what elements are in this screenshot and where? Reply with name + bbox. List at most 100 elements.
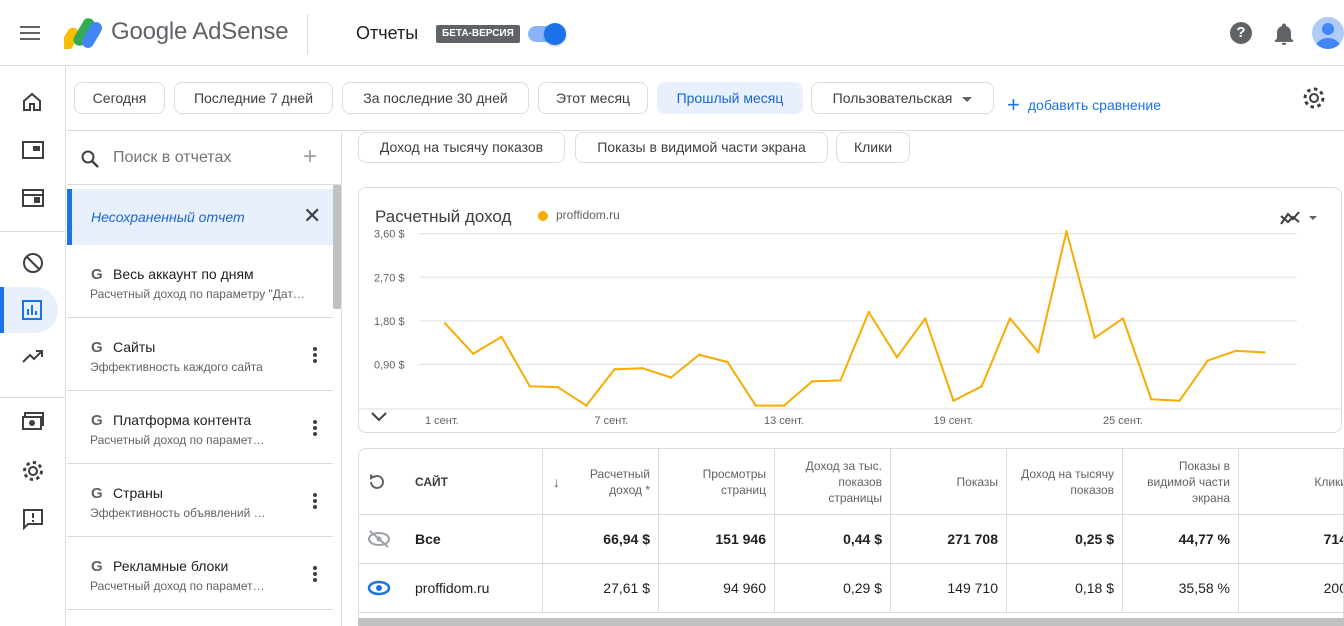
data-point[interactable] [641, 367, 644, 370]
avatar-person-icon [1316, 23, 1340, 49]
visibility-cell[interactable] [359, 564, 407, 612]
col-header-viewable-impressions[interactable]: Показы в видимой части экрана [1123, 449, 1239, 514]
beta-toggle[interactable] [528, 23, 566, 45]
google-g-icon: G [91, 339, 103, 356]
nav-payments[interactable] [0, 399, 58, 445]
report-item[interactable]: G Рекламные блоки Расчетный доход по пар… [67, 538, 333, 610]
range-custom-dropdown[interactable]: Пользовательская [811, 82, 994, 114]
table-horizontal-scrollbar[interactable] [358, 618, 1344, 626]
row-site[interactable]: proffidom.ru [407, 564, 543, 612]
x-tick-label: 1 сент. [425, 415, 459, 427]
top-app-bar: Google AdSense Отчеты БЕТА-ВЕРСИЯ ? [0, 0, 1344, 66]
panel-divider [67, 184, 341, 185]
data-point[interactable] [1234, 349, 1238, 353]
data-point[interactable] [895, 355, 899, 359]
data-point[interactable] [726, 360, 729, 364]
metric-chip-clicks[interactable]: Клики [836, 132, 910, 163]
panel-scrollbar[interactable] [333, 185, 341, 309]
data-point[interactable] [1093, 336, 1096, 339]
data-point[interactable] [1206, 359, 1209, 362]
reports-icon [22, 300, 42, 320]
data-point[interactable] [669, 376, 673, 379]
data-point[interactable] [754, 404, 757, 407]
chart-type-icon[interactable] [1279, 208, 1321, 228]
data-point[interactable] [952, 399, 955, 402]
range-last-30-days[interactable]: За последние 30 дней [342, 82, 529, 114]
visibility-off-cell[interactable] [359, 515, 407, 563]
nav-sites[interactable] [0, 175, 58, 221]
report-item[interactable]: G Весь аккаунт по дням Расчетный доход п… [67, 246, 333, 318]
data-point[interactable] [472, 352, 475, 355]
data-point[interactable] [613, 368, 616, 371]
nav-optimization[interactable] [0, 335, 58, 381]
data-point[interactable] [1008, 317, 1012, 320]
report-item[interactable]: G Сайты Эффективность каждого сайта [67, 319, 333, 391]
data-point[interactable] [1037, 351, 1040, 354]
account-avatar[interactable] [1312, 17, 1344, 49]
col-header-page-rpm[interactable]: Доход за тыс. показов страницы [775, 449, 891, 514]
report-item[interactable]: G Платформа контента Расчетный доход по … [67, 392, 333, 464]
nav-ads[interactable] [0, 127, 58, 173]
nav-feedback[interactable] [0, 495, 58, 541]
more-options-icon[interactable] [305, 345, 325, 365]
nav-blocking-controls[interactable] [0, 239, 58, 285]
data-point[interactable] [811, 380, 814, 383]
data-point[interactable] [1178, 399, 1181, 402]
nav-reports[interactable] [0, 287, 58, 333]
data-point[interactable] [839, 379, 842, 382]
data-point[interactable] [500, 335, 503, 339]
more-options-icon[interactable] [305, 418, 325, 438]
range-this-month[interactable]: Этот месяц [538, 82, 648, 114]
col-header-estimated-earnings[interactable]: ↓ Расчетный доход * [543, 449, 659, 514]
report-search-input[interactable] [113, 144, 293, 172]
data-point[interactable] [1263, 351, 1266, 354]
blocking-icon [23, 253, 43, 273]
range-last-month[interactable]: Прошлый месяц [657, 82, 803, 114]
col-header-site[interactable]: САЙТ [407, 449, 543, 514]
new-report-plus-icon[interactable]: + [303, 145, 317, 169]
col-header-page-views[interactable]: Просмотры страниц [659, 449, 775, 514]
nav-home[interactable] [0, 79, 58, 125]
reset-sort-cell[interactable] [359, 449, 407, 514]
data-point[interactable] [980, 385, 983, 388]
account-settings-icon [23, 461, 43, 481]
chart-title: Расчетный доход [375, 207, 512, 226]
col-header-impression-rpm[interactable]: Доход на тысячу показов [1007, 449, 1123, 514]
total-page-views: 151 946 [659, 515, 775, 563]
add-comparison-button[interactable]: + добавить сравнение [1007, 90, 1161, 117]
data-point[interactable] [782, 404, 786, 407]
gear-icon[interactable] [1302, 86, 1326, 110]
more-options-icon[interactable] [305, 491, 325, 511]
metric-chip-viewable-impressions[interactable]: Показы в видимой части экрана [575, 132, 828, 163]
col-header-label: Показы в видимой части экрана [1147, 458, 1230, 505]
col-header-impressions[interactable]: Показы [891, 449, 1007, 514]
data-point[interactable] [698, 353, 701, 356]
close-icon[interactable]: ✕ [303, 203, 321, 229]
data-point[interactable] [443, 322, 447, 325]
data-point[interactable] [924, 317, 927, 320]
report-item[interactable]: G Страны Эффективность объявлений … [67, 465, 333, 537]
col-header-label: Расчетный доход * [589, 466, 650, 497]
range-today[interactable]: Сегодня [74, 82, 165, 114]
data-point[interactable] [1150, 398, 1153, 401]
home-icon [23, 92, 41, 111]
nav-account-settings[interactable] [0, 447, 58, 493]
chevron-down-icon[interactable] [369, 410, 389, 424]
table-total-row: Все 66,94 $ 151 946 0,44 $ 271 708 0,25 … [359, 515, 1343, 564]
data-point[interactable] [556, 385, 560, 389]
data-point[interactable] [1065, 230, 1068, 233]
help-icon[interactable]: ? [1230, 22, 1252, 44]
series-line[interactable] [444, 230, 1265, 407]
main-menu-button[interactable] [20, 22, 48, 46]
range-last-7-days[interactable]: Последние 7 дней [174, 82, 333, 114]
metric-chip-rpm[interactable]: Доход на тысячу показов [358, 132, 565, 163]
data-point[interactable] [867, 310, 870, 314]
more-options-icon[interactable] [305, 564, 325, 584]
notifications-icon[interactable] [1273, 22, 1295, 46]
data-point[interactable] [585, 404, 588, 407]
data-point[interactable] [528, 385, 531, 388]
col-header-clicks[interactable]: Клики [1239, 449, 1343, 514]
unsaved-report-item[interactable]: Несохраненный отчет ✕ [67, 189, 333, 245]
data-point[interactable] [1121, 317, 1125, 320]
row-impressions: 149 710 [891, 564, 1007, 612]
